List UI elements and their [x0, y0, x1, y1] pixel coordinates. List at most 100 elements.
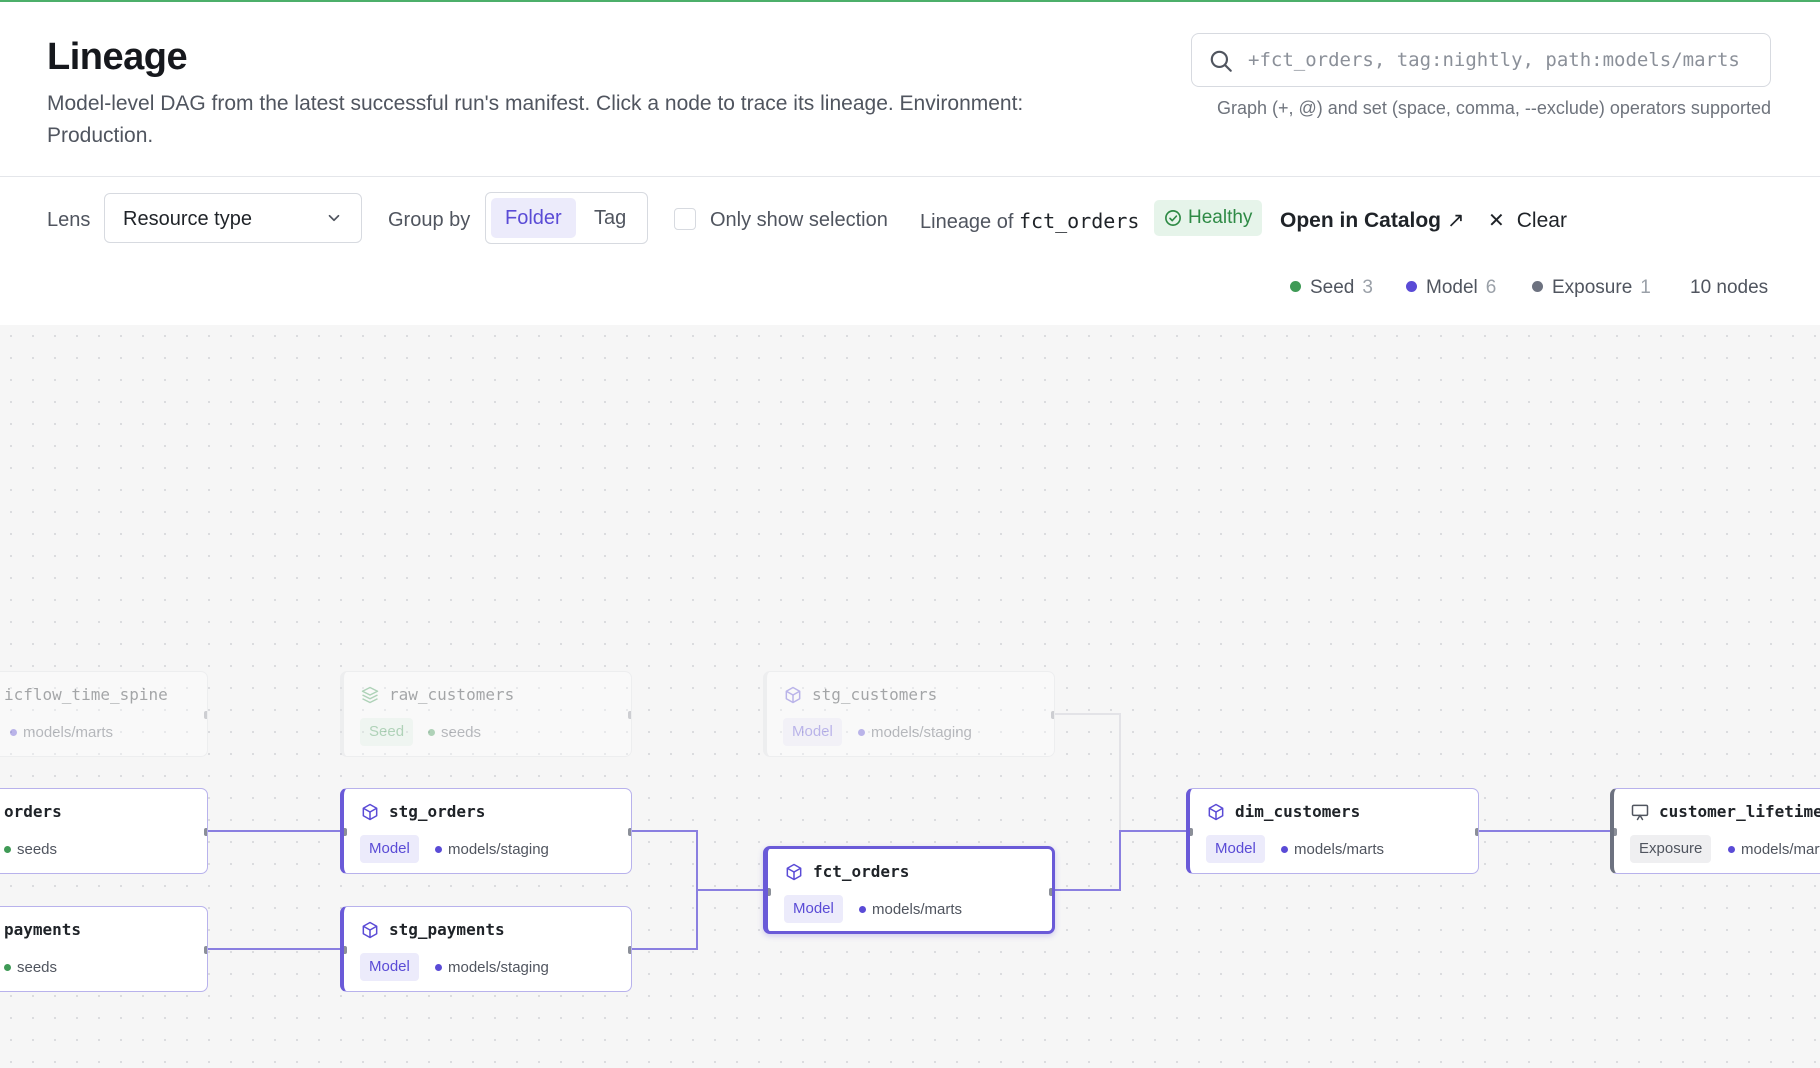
seed-icon: [361, 686, 379, 704]
node-name: icflow_time_spine: [4, 685, 168, 704]
model-icon: [785, 686, 801, 704]
model-icon: [362, 803, 378, 821]
open-in-catalog-link[interactable]: Open in Catalog ↗: [1280, 208, 1465, 233]
node-path-text: models/marts: [23, 724, 114, 741]
output-port: [628, 946, 631, 954]
close-icon: ✕: [1488, 210, 1505, 232]
page-description: Model-level DAG from the latest successf…: [47, 92, 1024, 147]
output-port: [204, 828, 207, 836]
node-path-text: models/staging: [448, 841, 549, 858]
model-dot: [435, 846, 442, 853]
search-hint: Graph (+, @) and set (space, comma, --ex…: [1216, 98, 1771, 118]
page-title: Lineage: [47, 36, 188, 78]
lens-label: Lens: [47, 209, 91, 231]
edge-fct-orders-dim-customers: [1055, 830, 1186, 891]
node-path: models/marts: [1728, 841, 1820, 858]
graph-node-stg-payments[interactable]: stg_payments Model models/staging: [340, 906, 632, 992]
node-name: payments: [4, 920, 82, 939]
lineage-of-node-name: fct_orders: [1018, 209, 1140, 233]
graph-node-raw-payments[interactable]: payments seeds: [0, 906, 208, 992]
input-port: [344, 828, 347, 836]
node-type-badge: Model: [784, 895, 843, 923]
output-port: [1475, 828, 1478, 836]
clear-label: Clear: [1516, 209, 1567, 232]
only-show-selection-label[interactable]: Only show selection: [710, 209, 888, 232]
node-type-badge: Model: [360, 835, 419, 863]
legend-item-model: Model 6: [1406, 277, 1496, 299]
graph-node-customer-lifetime[interactable]: customer_lifetime Exposure models/marts: [1610, 788, 1820, 874]
group-by-folder-option[interactable]: Folder: [491, 198, 576, 238]
node-path: models/staging: [858, 724, 972, 741]
edge-stg-orders-fct-orders: [632, 830, 763, 891]
output-port: [1049, 888, 1052, 896]
group-by-segmented-control: Folder Tag: [485, 192, 648, 244]
edge-stg-customers-dim-customers: [1055, 713, 1186, 832]
model-dot: [1728, 846, 1735, 853]
node-path: models/staging: [435, 959, 549, 976]
node-type-badge: Model: [1206, 835, 1265, 863]
seed-dot: [428, 729, 435, 736]
node-path: seeds: [428, 724, 481, 741]
graph-toolbar: Lens Resource type Group by Folder Tag O…: [0, 177, 1820, 325]
health-status-badge: Healthy: [1154, 200, 1263, 236]
model-legend-dot: [1406, 281, 1417, 292]
node-count: 10 nodes: [1690, 277, 1769, 298]
legend-seed-label: Seed: [1310, 277, 1355, 298]
node-path-text: models/marts: [872, 901, 963, 918]
legend-model-label: Model: [1426, 277, 1478, 298]
node-path-text: models/staging: [448, 959, 549, 976]
seed-dot: [4, 964, 11, 971]
graph-node-stg-orders[interactable]: stg_orders Model models/staging: [340, 788, 632, 874]
node-name: stg_orders: [389, 802, 486, 821]
group-by-tag-option[interactable]: Tag: [580, 198, 640, 238]
graph-node-raw-orders[interactable]: orders seeds: [0, 788, 208, 874]
node-path-text: models/marts: [1741, 841, 1820, 858]
only-show-selection-checkbox[interactable]: [674, 208, 696, 230]
node-type-badge: Seed: [360, 718, 414, 746]
output-port: [1051, 711, 1054, 719]
node-path: models/marts: [859, 901, 962, 918]
graph-node-time-spine[interactable]: icflow_time_spine models/marts: [0, 671, 208, 757]
chevron-down-icon: [328, 214, 340, 222]
node-path-text: models/marts: [1294, 841, 1385, 858]
graph-node-dim-customers[interactable]: dim_customers Model models/marts: [1186, 788, 1479, 874]
node-path-text: seeds: [17, 959, 58, 976]
page-header: Lineage Model-level DAG from the latest …: [0, 2, 1820, 176]
lens-select[interactable]: Resource type: [104, 193, 362, 243]
node-name: stg_customers: [812, 685, 938, 704]
input-port: [344, 946, 347, 954]
node-path: seeds: [4, 841, 57, 858]
node-name: orders: [4, 802, 62, 821]
selector-search-input[interactable]: [1248, 44, 1758, 76]
seed-dot: [4, 846, 11, 853]
graph-node-stg-customers[interactable]: stg_customers Model models/staging: [763, 671, 1055, 757]
legend-exposure-label: Exposure: [1552, 277, 1633, 298]
node-name: raw_customers: [389, 685, 515, 704]
graph-node-fct-orders[interactable]: fct_orders Model models/marts: [763, 846, 1055, 934]
node-type-badge: Exposure: [1630, 835, 1712, 863]
seed-legend-dot: [1290, 281, 1301, 292]
output-port: [628, 828, 631, 836]
node-name: dim_customers: [1235, 802, 1361, 821]
lineage-graph-canvas[interactable]: icflow_time_spine models/marts raw_custo…: [0, 325, 1820, 1068]
model-icon: [786, 863, 802, 881]
node-path-text: seeds: [17, 841, 58, 858]
lineage-of-indicator: Lineage of fct_orders: [920, 209, 1139, 234]
selector-search-box[interactable]: [1191, 33, 1771, 87]
legend-model-count: 6: [1485, 277, 1497, 298]
legend-item-exposure: Exposure 1: [1532, 277, 1651, 299]
model-dot: [1281, 846, 1288, 853]
graph-node-raw-customers[interactable]: raw_customers Seed seeds: [340, 671, 632, 757]
open-in-catalog-label: Open in Catalog: [1280, 209, 1442, 232]
model-dot: [10, 729, 17, 736]
edge-stg-payments-fct-orders: [632, 889, 763, 950]
output-port: [628, 711, 631, 719]
exposure-legend-dot: [1532, 281, 1543, 292]
model-icon: [1208, 803, 1224, 821]
health-status-text: Healthy: [1188, 207, 1253, 228]
group-by-label: Group by: [388, 209, 471, 231]
external-link-arrow-icon: ↗: [1447, 209, 1465, 232]
clear-selection-button[interactable]: ✕ Clear: [1488, 208, 1567, 233]
search-icon: [1210, 50, 1232, 72]
node-path: seeds: [4, 959, 57, 976]
